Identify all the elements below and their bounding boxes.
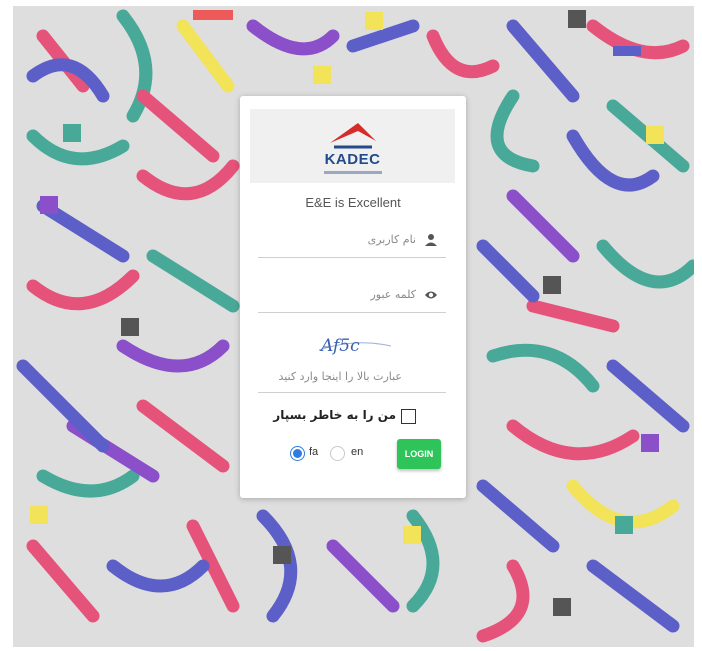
remember-checkbox[interactable] (401, 409, 416, 424)
captcha-image: Af5c (318, 336, 392, 356)
kadec-logo-icon (330, 123, 376, 149)
captcha-placeholder: عبارت بالا را اینجا وارد کنید (278, 370, 402, 383)
remember-label: من را به خاطر بسپار (273, 408, 396, 422)
login-card: KADEC E&E is Excellent نام کاربری کلمه ع… (240, 96, 466, 498)
username-placeholder: نام کاربری (367, 233, 416, 246)
radio-en-label: en (351, 446, 364, 458)
captcha-input[interactable]: عبارت بالا را اینجا وارد کنید (258, 370, 446, 393)
login-button[interactable]: LOGIN (397, 439, 441, 469)
logo-area: KADEC (250, 109, 455, 183)
password-placeholder: کلمه عبور (370, 288, 416, 301)
radio-en[interactable] (330, 446, 345, 461)
logo-text: KADEC (324, 151, 381, 168)
logo-subtitle-line (324, 171, 382, 174)
language-selector: fa en (290, 446, 380, 464)
radio-fa[interactable] (290, 446, 305, 461)
radio-fa-label: fa (309, 446, 319, 458)
captcha-text: Af5c (319, 336, 360, 356)
username-field[interactable]: نام کاربری (258, 233, 446, 258)
user-icon (425, 234, 437, 246)
password-field[interactable]: کلمه عبور (258, 288, 446, 313)
remember-me[interactable]: من را به خاطر بسپار (273, 408, 416, 426)
eye-icon (425, 291, 437, 299)
tagline: E&E is Excellent (305, 195, 401, 210)
